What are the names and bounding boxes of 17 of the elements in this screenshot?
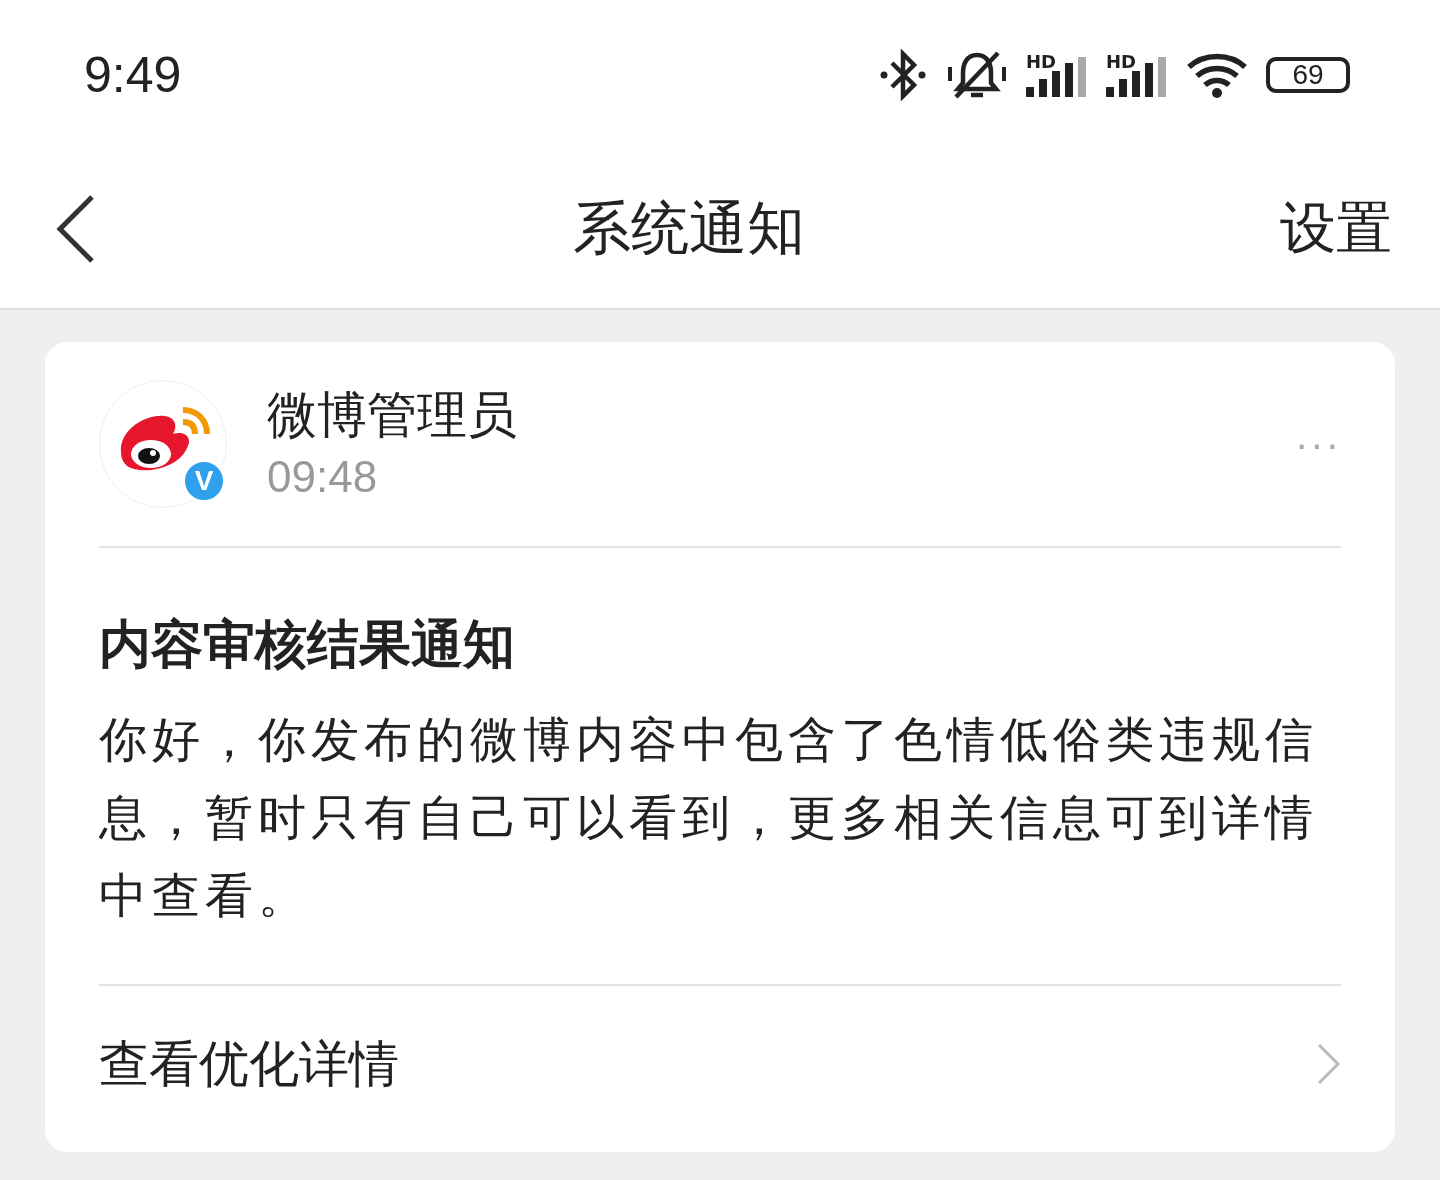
battery-icon: 69	[1266, 57, 1350, 93]
network-label: HD	[1106, 53, 1136, 71]
settings-button[interactable]: 设置	[1280, 191, 1392, 267]
page-title: 系统通知	[573, 193, 805, 264]
timestamp: 09:48	[267, 451, 379, 503]
clock-time: 9:49	[84, 46, 182, 104]
sender-name: 微博管理员	[267, 385, 518, 446]
details-link[interactable]: 查看优化详情	[99, 986, 1341, 1142]
chevron-icon	[1317, 1043, 1341, 1085]
wifi-icon	[1186, 51, 1248, 99]
verified-badge: V	[182, 459, 226, 503]
notice-title: 内容审核结果通知	[99, 613, 516, 676]
notice-text: 你好，你发布的微博内容中包含了色情低俗类违规信息，暂时只有自己可以看到，更多相关信息可到详情中查看。	[99, 710, 1319, 925]
bluetooth-icon	[878, 47, 928, 103]
signal-icon	[1106, 57, 1168, 97]
signal-icon	[1026, 57, 1088, 97]
network-label: HD	[1026, 53, 1056, 71]
